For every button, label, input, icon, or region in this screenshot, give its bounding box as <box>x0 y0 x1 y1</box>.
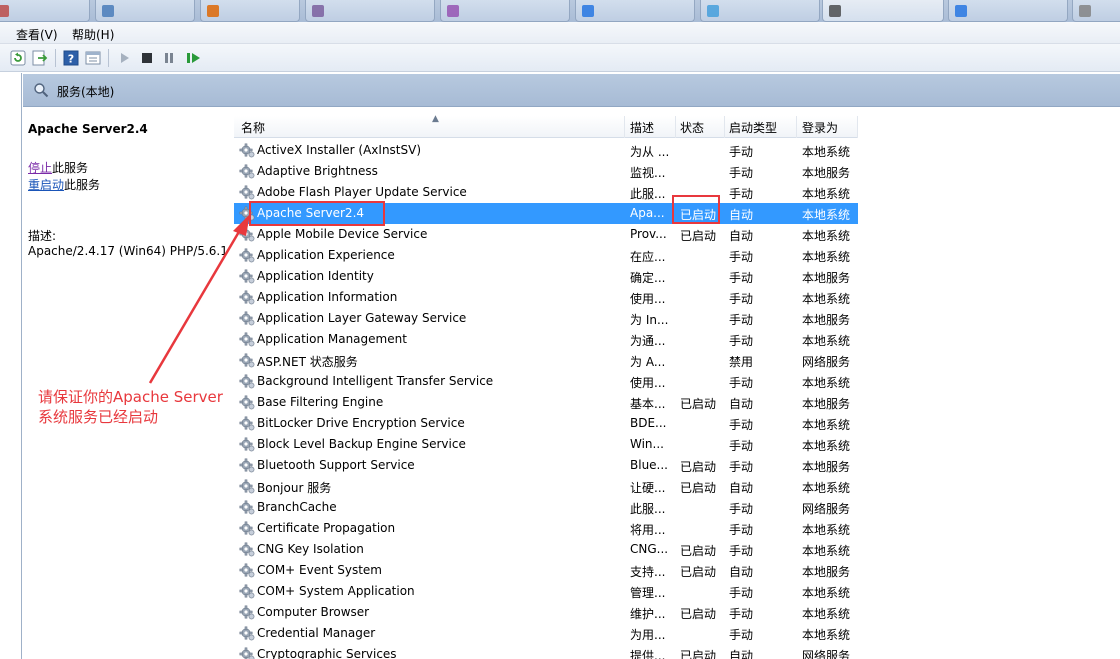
annotation-text-line1: 请保证你的Apache Server <box>38 388 223 406</box>
services-window: 查看(V) 帮助(H) ? 服务(本地) Apache Server2.4 停止… <box>0 0 1120 659</box>
annotation-arrow <box>148 214 250 384</box>
annotation-text-line2: 系统服务已经启动 <box>38 408 159 426</box>
